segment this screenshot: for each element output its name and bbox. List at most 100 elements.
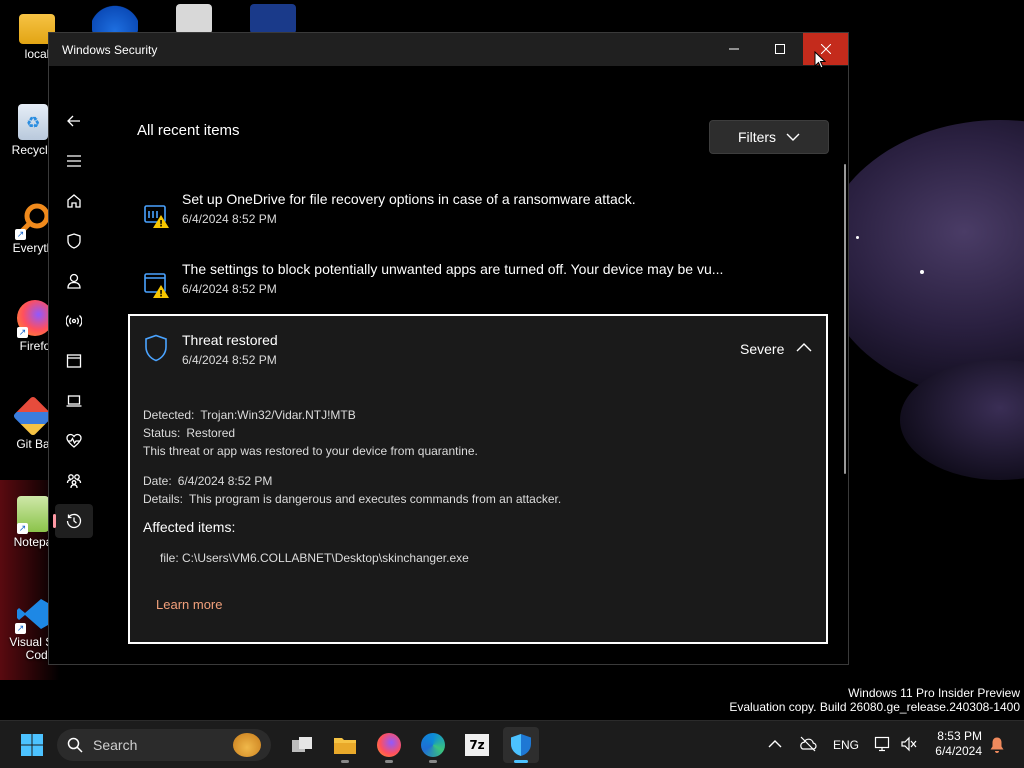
firewall-network-icon xyxy=(66,315,82,327)
nav-item-home[interactable] xyxy=(55,184,93,218)
browser-shortcut-icon[interactable] xyxy=(92,4,138,34)
title-bar[interactable]: Windows Security xyxy=(49,33,848,66)
nav-item-device-health[interactable] xyxy=(55,424,93,458)
history-item-threat-restored[interactable]: Threat restored 6/4/2024 8:52 PM Severe … xyxy=(128,314,828,644)
vscode-icon: ↗ xyxy=(15,596,51,634)
threat-severity: Severe xyxy=(740,341,785,357)
shield-icon xyxy=(145,334,167,362)
running-indicator xyxy=(385,760,393,763)
back-button[interactable] xyxy=(55,104,93,138)
chevron-up-icon[interactable] xyxy=(768,739,782,749)
watermark-line1: Windows 11 Pro Insider Preview xyxy=(848,686,1020,700)
maximize-icon xyxy=(775,44,785,54)
svg-text:♻: ♻ xyxy=(26,113,40,132)
taskbar-file-explorer[interactable] xyxy=(327,727,363,763)
detected-value: Trojan:Win32/Vidar.NTJ!MTB xyxy=(200,408,356,422)
threat-detected-row: Detected: Trojan:Win32/Vidar.NTJ!MTB xyxy=(143,408,356,422)
evaluation-watermark: Windows 11 Pro Insider Preview Evaluatio… xyxy=(729,686,1020,714)
running-indicator xyxy=(514,760,528,763)
history-item-date: 6/4/2024 8:52 PM xyxy=(182,282,277,296)
svg-text:!: ! xyxy=(159,220,163,230)
nav-menu-button[interactable] xyxy=(55,144,93,178)
filters-label: Filters xyxy=(737,129,777,145)
file-explorer-icon xyxy=(334,738,356,754)
history-item-pua-settings[interactable]: ! The settings to block potentially unwa… xyxy=(129,261,827,305)
taskbar-task-view[interactable] xyxy=(284,727,320,763)
taskbar-firefox[interactable] xyxy=(371,727,407,763)
threat-title: Threat restored xyxy=(182,332,278,348)
settings-file-icon[interactable] xyxy=(176,4,212,34)
taskbar-edge[interactable] xyxy=(415,727,451,763)
task-view-icon xyxy=(292,737,312,752)
threat-date: 6/4/2024 8:52 PM xyxy=(182,353,277,367)
chevron-down-icon xyxy=(786,133,800,141)
app-browser-control-icon xyxy=(66,354,82,368)
clock-time: 8:53 PM xyxy=(937,729,982,743)
notepad-plus-plus-icon: ↗ xyxy=(17,496,49,534)
onedrive-offline-icon[interactable] xyxy=(799,736,817,752)
running-indicator xyxy=(429,760,437,763)
nav-item-virus-protection[interactable] xyxy=(55,224,93,258)
details-label: Details: xyxy=(143,492,184,506)
shortcut-arrow-icon: ↗ xyxy=(15,229,26,240)
nav-item-firewall-network[interactable] xyxy=(55,304,93,338)
taskbar: Search 7z ENG 8:53 PM 6/4/2024 xyxy=(0,720,1024,768)
back-icon xyxy=(67,115,80,127)
start-button[interactable] xyxy=(14,727,50,763)
affected-items-heading: Affected items: xyxy=(143,519,236,535)
taskbar-search[interactable]: Search xyxy=(57,729,271,761)
minimize-button[interactable] xyxy=(711,33,757,65)
app-warning-icon: ! xyxy=(144,273,169,300)
status-value: Restored xyxy=(186,426,236,440)
notification-bell-icon[interactable] xyxy=(989,736,1005,754)
menu-icon xyxy=(67,155,81,167)
taskbar-clock[interactable]: 8:53 PM 6/4/2024 xyxy=(928,729,982,759)
taskbar-windows-security[interactable] xyxy=(503,727,539,763)
family-options-icon xyxy=(66,474,82,489)
network-icon[interactable] xyxy=(874,736,892,752)
svg-text:!: ! xyxy=(159,290,163,300)
windows-security-icon xyxy=(511,734,531,756)
language-indicator[interactable]: ENG xyxy=(833,738,859,752)
app-shortcut-icon[interactable] xyxy=(250,4,296,34)
wallpaper-sparkle xyxy=(920,270,924,274)
threat-status-row: Status: Restored xyxy=(143,426,235,440)
watermark-line2: Evaluation copy. Build 26080.ge_release.… xyxy=(729,700,1020,714)
date-value: 6/4/2024 8:52 PM xyxy=(177,474,273,488)
detected-label: Detected: xyxy=(143,408,195,422)
firefox-icon xyxy=(377,733,401,757)
volume-muted-icon[interactable] xyxy=(900,736,918,752)
taskbar-7zip[interactable]: 7z xyxy=(459,727,495,763)
protection-history-icon xyxy=(66,513,82,529)
shortcut-arrow-icon: ↗ xyxy=(15,623,26,634)
close-button[interactable] xyxy=(803,33,848,65)
window-title: Windows Security xyxy=(62,43,158,57)
7zip-icon: 7z xyxy=(465,734,489,756)
history-item-onedrive[interactable]: ! Set up OneDrive for file recovery opti… xyxy=(129,191,827,235)
scrollbar[interactable] xyxy=(844,164,846,474)
date-label: Date: xyxy=(143,474,172,488)
threat-status-text: This threat or app was restored to your … xyxy=(143,444,478,458)
shortcut-arrow-icon: ↗ xyxy=(17,327,28,338)
nav-item-app-browser-control[interactable] xyxy=(55,344,93,378)
maximize-button[interactable] xyxy=(757,33,803,65)
running-indicator xyxy=(341,760,349,763)
filters-button[interactable]: Filters xyxy=(709,120,829,154)
nav-item-device-security[interactable] xyxy=(55,384,93,418)
virus-protection-icon xyxy=(67,233,81,249)
wallpaper-sparkle xyxy=(856,236,859,239)
history-item-date: 6/4/2024 8:52 PM xyxy=(182,212,277,226)
details-value: This program is dangerous and executes c… xyxy=(189,492,562,506)
nav-item-protection-history[interactable] xyxy=(53,504,93,538)
nav-item-family-options[interactable] xyxy=(55,464,93,498)
account-protection-icon xyxy=(67,273,81,289)
nav-item-account-protection[interactable] xyxy=(55,264,93,298)
nav-item-settings[interactable] xyxy=(55,657,93,664)
history-item-title: Set up OneDrive for file recovery option… xyxy=(182,191,636,207)
search-icon xyxy=(67,737,83,753)
windows-security-window: Windows Security All recent items Filter… xyxy=(48,32,849,665)
chevron-up-icon[interactable] xyxy=(796,342,812,352)
device-security-icon xyxy=(66,395,82,407)
learn-more-link[interactable]: Learn more xyxy=(156,597,222,612)
minimize-icon xyxy=(729,48,739,50)
